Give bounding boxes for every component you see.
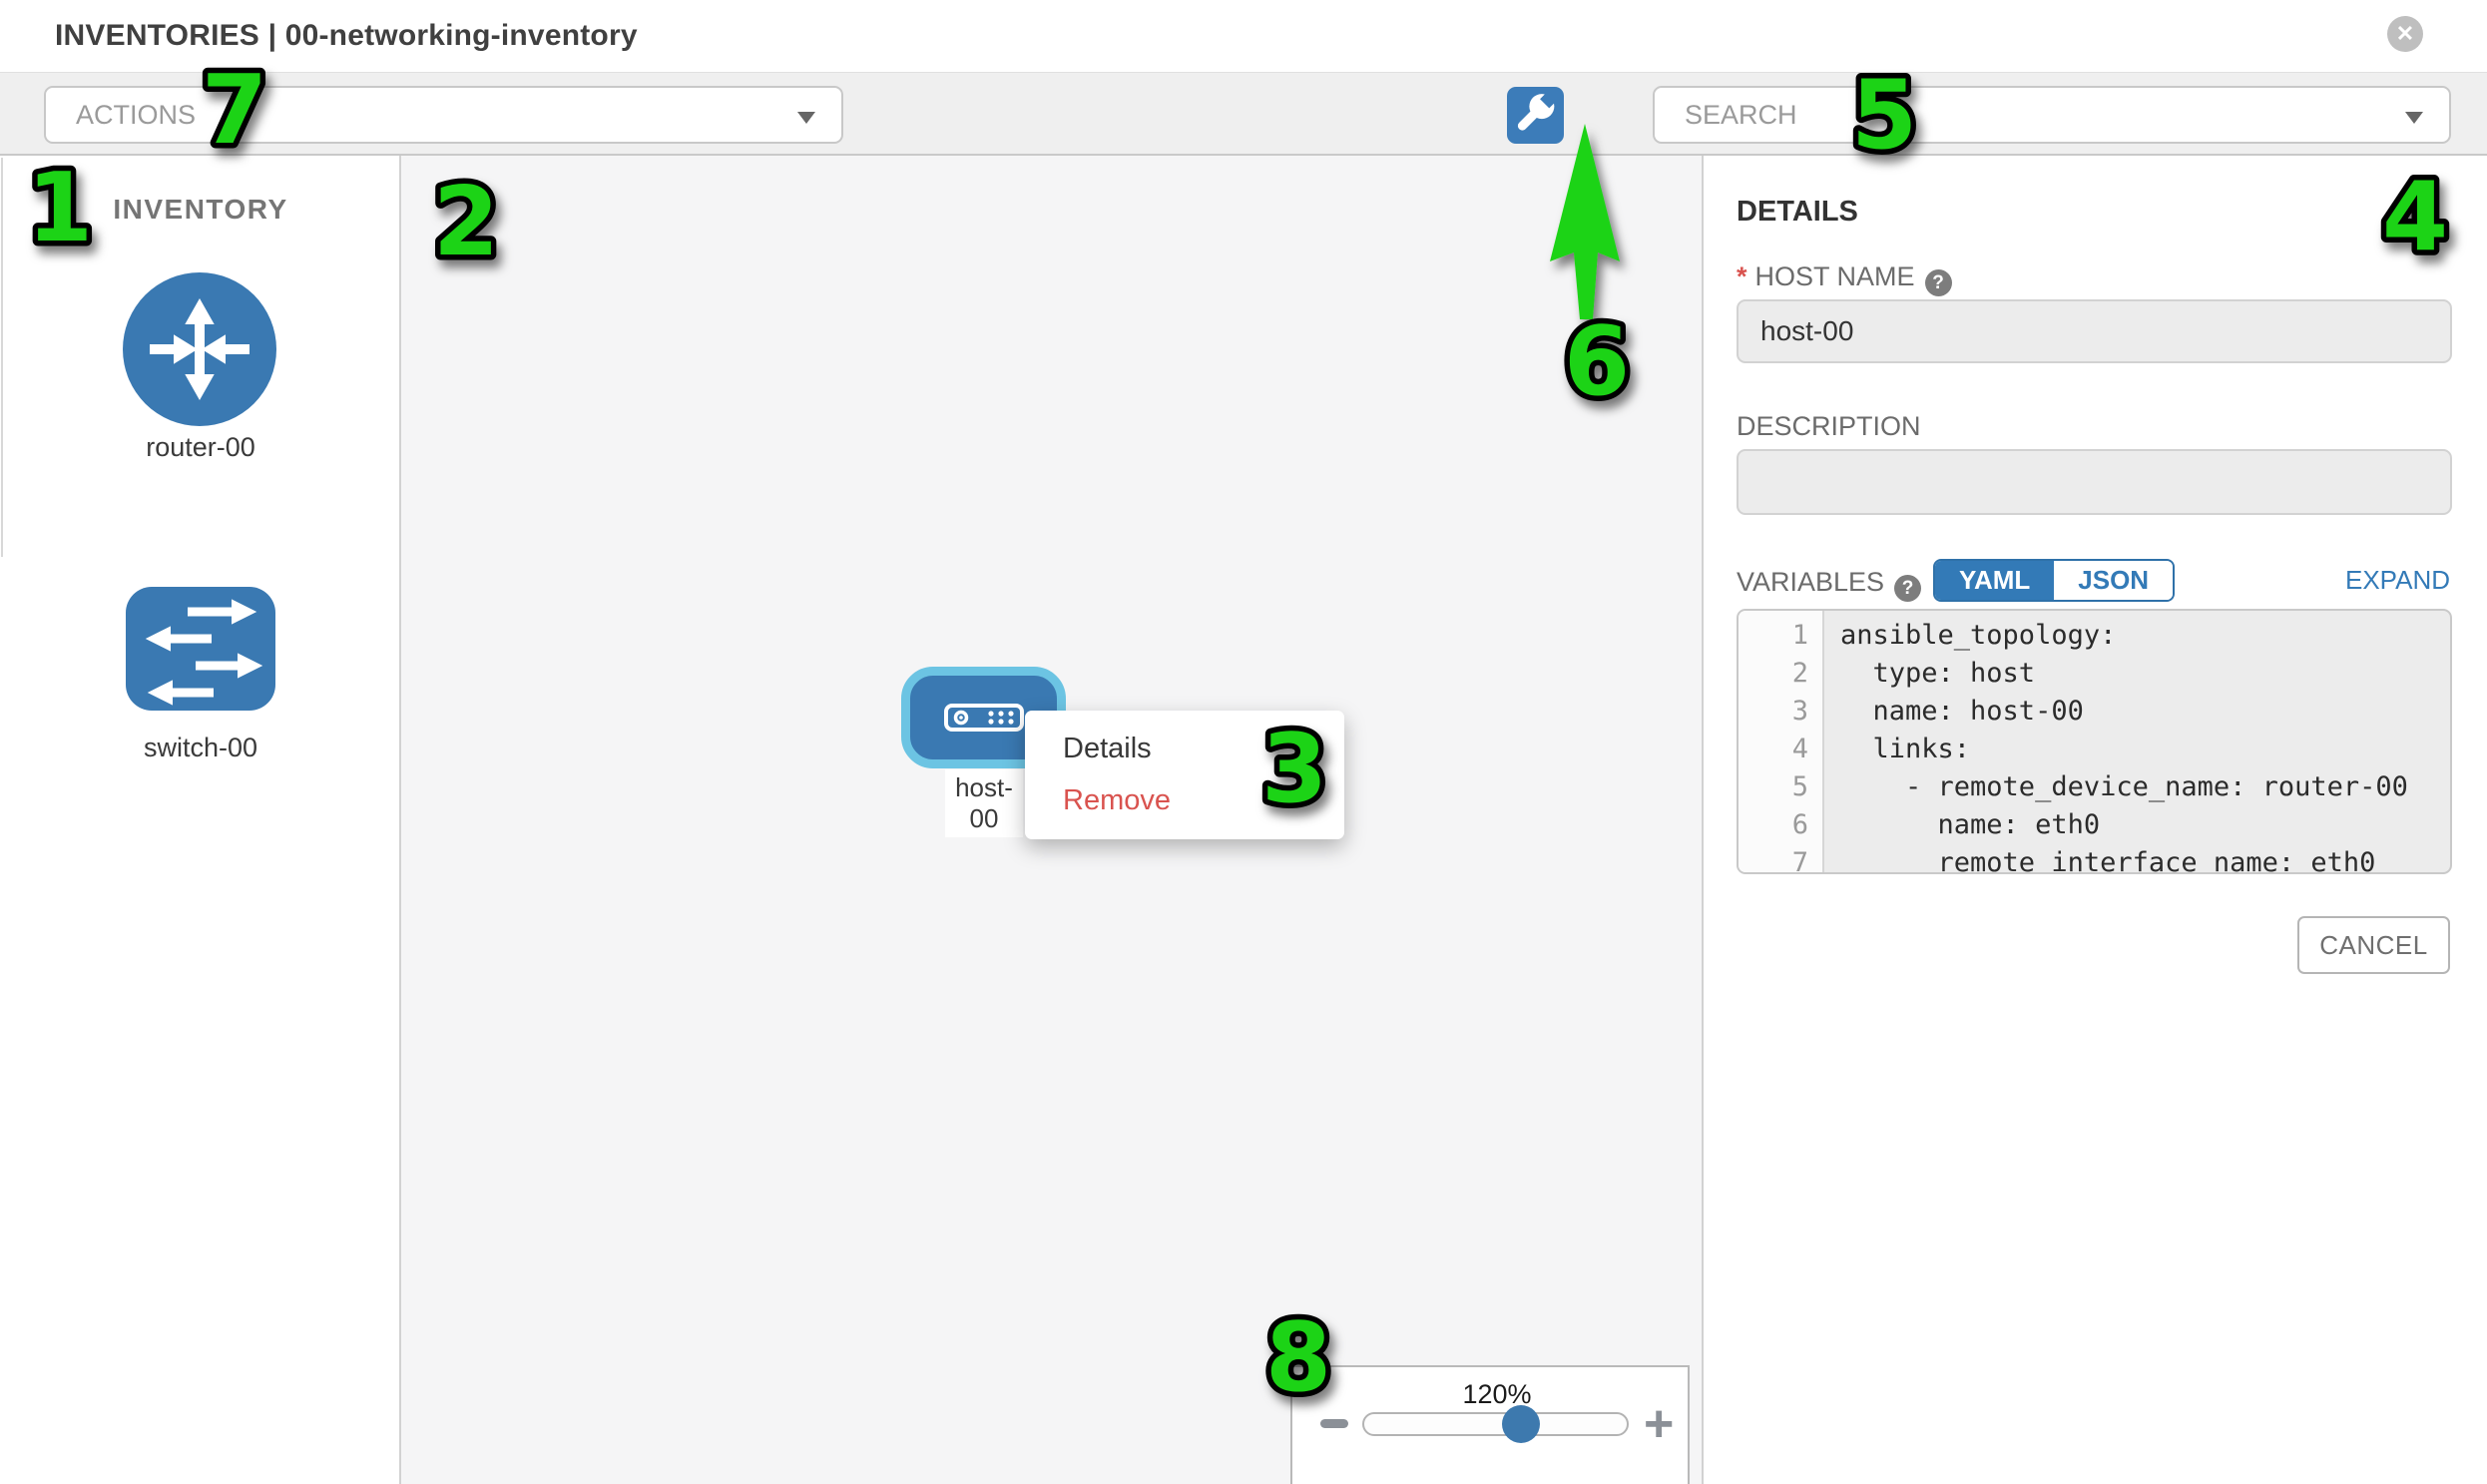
breadcrumb-item: 00-networking-inventory [285, 19, 638, 52]
line-number: 1 [1739, 617, 1822, 655]
help-icon[interactable]: ? [1925, 269, 1952, 296]
topology-canvas[interactable]: host-00 Details Remove 120% + [401, 156, 1702, 1484]
line-number: 7 [1739, 844, 1822, 874]
context-menu-item-remove[interactable]: Remove [1063, 784, 1171, 817]
palette-item-switch[interactable] [126, 587, 275, 711]
code-line: links: [1840, 731, 2452, 768]
zoom-slider-track[interactable] [1362, 1412, 1629, 1436]
zoom-in-button[interactable]: + [1644, 1400, 1674, 1448]
switch-icon [126, 698, 275, 715]
zoom-slider-handle[interactable] [1502, 1405, 1540, 1443]
breadcrumb-section: INVENTORIES [55, 19, 259, 52]
line-number: 6 [1739, 806, 1822, 844]
code-line: - remote_device_name: router-00 [1840, 768, 2452, 806]
variables-label: VARIABLES? [1737, 567, 1921, 602]
line-number: 5 [1739, 768, 1822, 806]
context-menu-item-details[interactable]: Details [1063, 733, 1152, 765]
header: INVENTORIES | 00-networking-inventory ✕ [0, 0, 2487, 72]
palette-item-router-label: router-00 [0, 432, 401, 463]
configure-topology-button[interactable] [1507, 87, 1564, 144]
code-editor-gutter: 1 2 3 4 5 6 7 [1739, 611, 1824, 874]
zoom-out-button[interactable] [1320, 1419, 1348, 1428]
sidebar-heading: INVENTORY [0, 194, 401, 226]
actions-dropdown[interactable]: ACTIONS [44, 86, 843, 144]
details-heading: DETAILS [1737, 196, 1858, 229]
toolbar: ACTIONS [0, 72, 2487, 156]
variables-format-toggle: YAML JSON [1933, 559, 2175, 602]
line-number: 4 [1739, 731, 1822, 768]
description-label: DESCRIPTION [1737, 411, 1921, 442]
code-line: name: host-00 [1840, 693, 2452, 731]
page-title: INVENTORIES | 00-networking-inventory [55, 0, 638, 72]
inventory-topology-screen: INVENTORIES | 00-networking-inventory ✕ … [0, 0, 2487, 1484]
palette-item-switch-label: switch-00 [0, 733, 401, 763]
line-number: 2 [1739, 655, 1822, 693]
router-icon [123, 413, 276, 430]
code-line: ansible_topology: [1840, 617, 2452, 655]
code-editor-content[interactable]: ansible_topology: type: host name: host-… [1826, 617, 2452, 874]
actions-dropdown-label: ACTIONS [76, 100, 196, 130]
node-context-menu: Details Remove [1025, 711, 1344, 839]
variables-code-editor[interactable]: 1 2 3 4 5 6 7 ansible_topology: type: ho… [1737, 609, 2452, 874]
palette-item-router[interactable] [123, 272, 276, 426]
host-name-label: *HOST NAME? [1737, 261, 1952, 296]
line-number: 3 [1739, 693, 1822, 731]
code-line: name: eth0 [1840, 806, 2452, 844]
host-name-input[interactable] [1737, 299, 2452, 363]
required-marker: * [1737, 261, 1747, 291]
host-node-label: host-00 [945, 769, 1023, 837]
inventory-palette-sidebar: INVENTORY router-00 [0, 156, 401, 1484]
expand-link[interactable]: EXPAND [2345, 565, 2450, 596]
description-input[interactable] [1737, 449, 2452, 515]
code-line: type: host [1840, 655, 2452, 693]
tab-yaml[interactable]: YAML [1935, 561, 2054, 600]
zoom-control-panel: 120% + [1290, 1365, 1690, 1484]
tab-json[interactable]: JSON [2054, 561, 2173, 600]
breadcrumb-separator: | [268, 19, 277, 52]
search-dropdown-label: SEARCH [1685, 100, 1797, 130]
chevron-down-icon [797, 112, 815, 124]
code-line: remote_interface_name: eth0 [1840, 844, 2452, 874]
cancel-button[interactable]: CANCEL [2297, 916, 2450, 974]
chevron-down-icon [2405, 112, 2423, 124]
host-icon [944, 704, 1024, 737]
search-dropdown[interactable]: SEARCH [1653, 86, 2451, 144]
zoom-level-value: 120% [1377, 1379, 1617, 1410]
close-icon[interactable]: ✕ [2387, 16, 2423, 52]
details-panel: DETAILS *HOST NAME? DESCRIPTION VARIABLE… [1702, 156, 2487, 1484]
wrench-icon [1507, 131, 1564, 148]
help-icon[interactable]: ? [1894, 575, 1921, 602]
